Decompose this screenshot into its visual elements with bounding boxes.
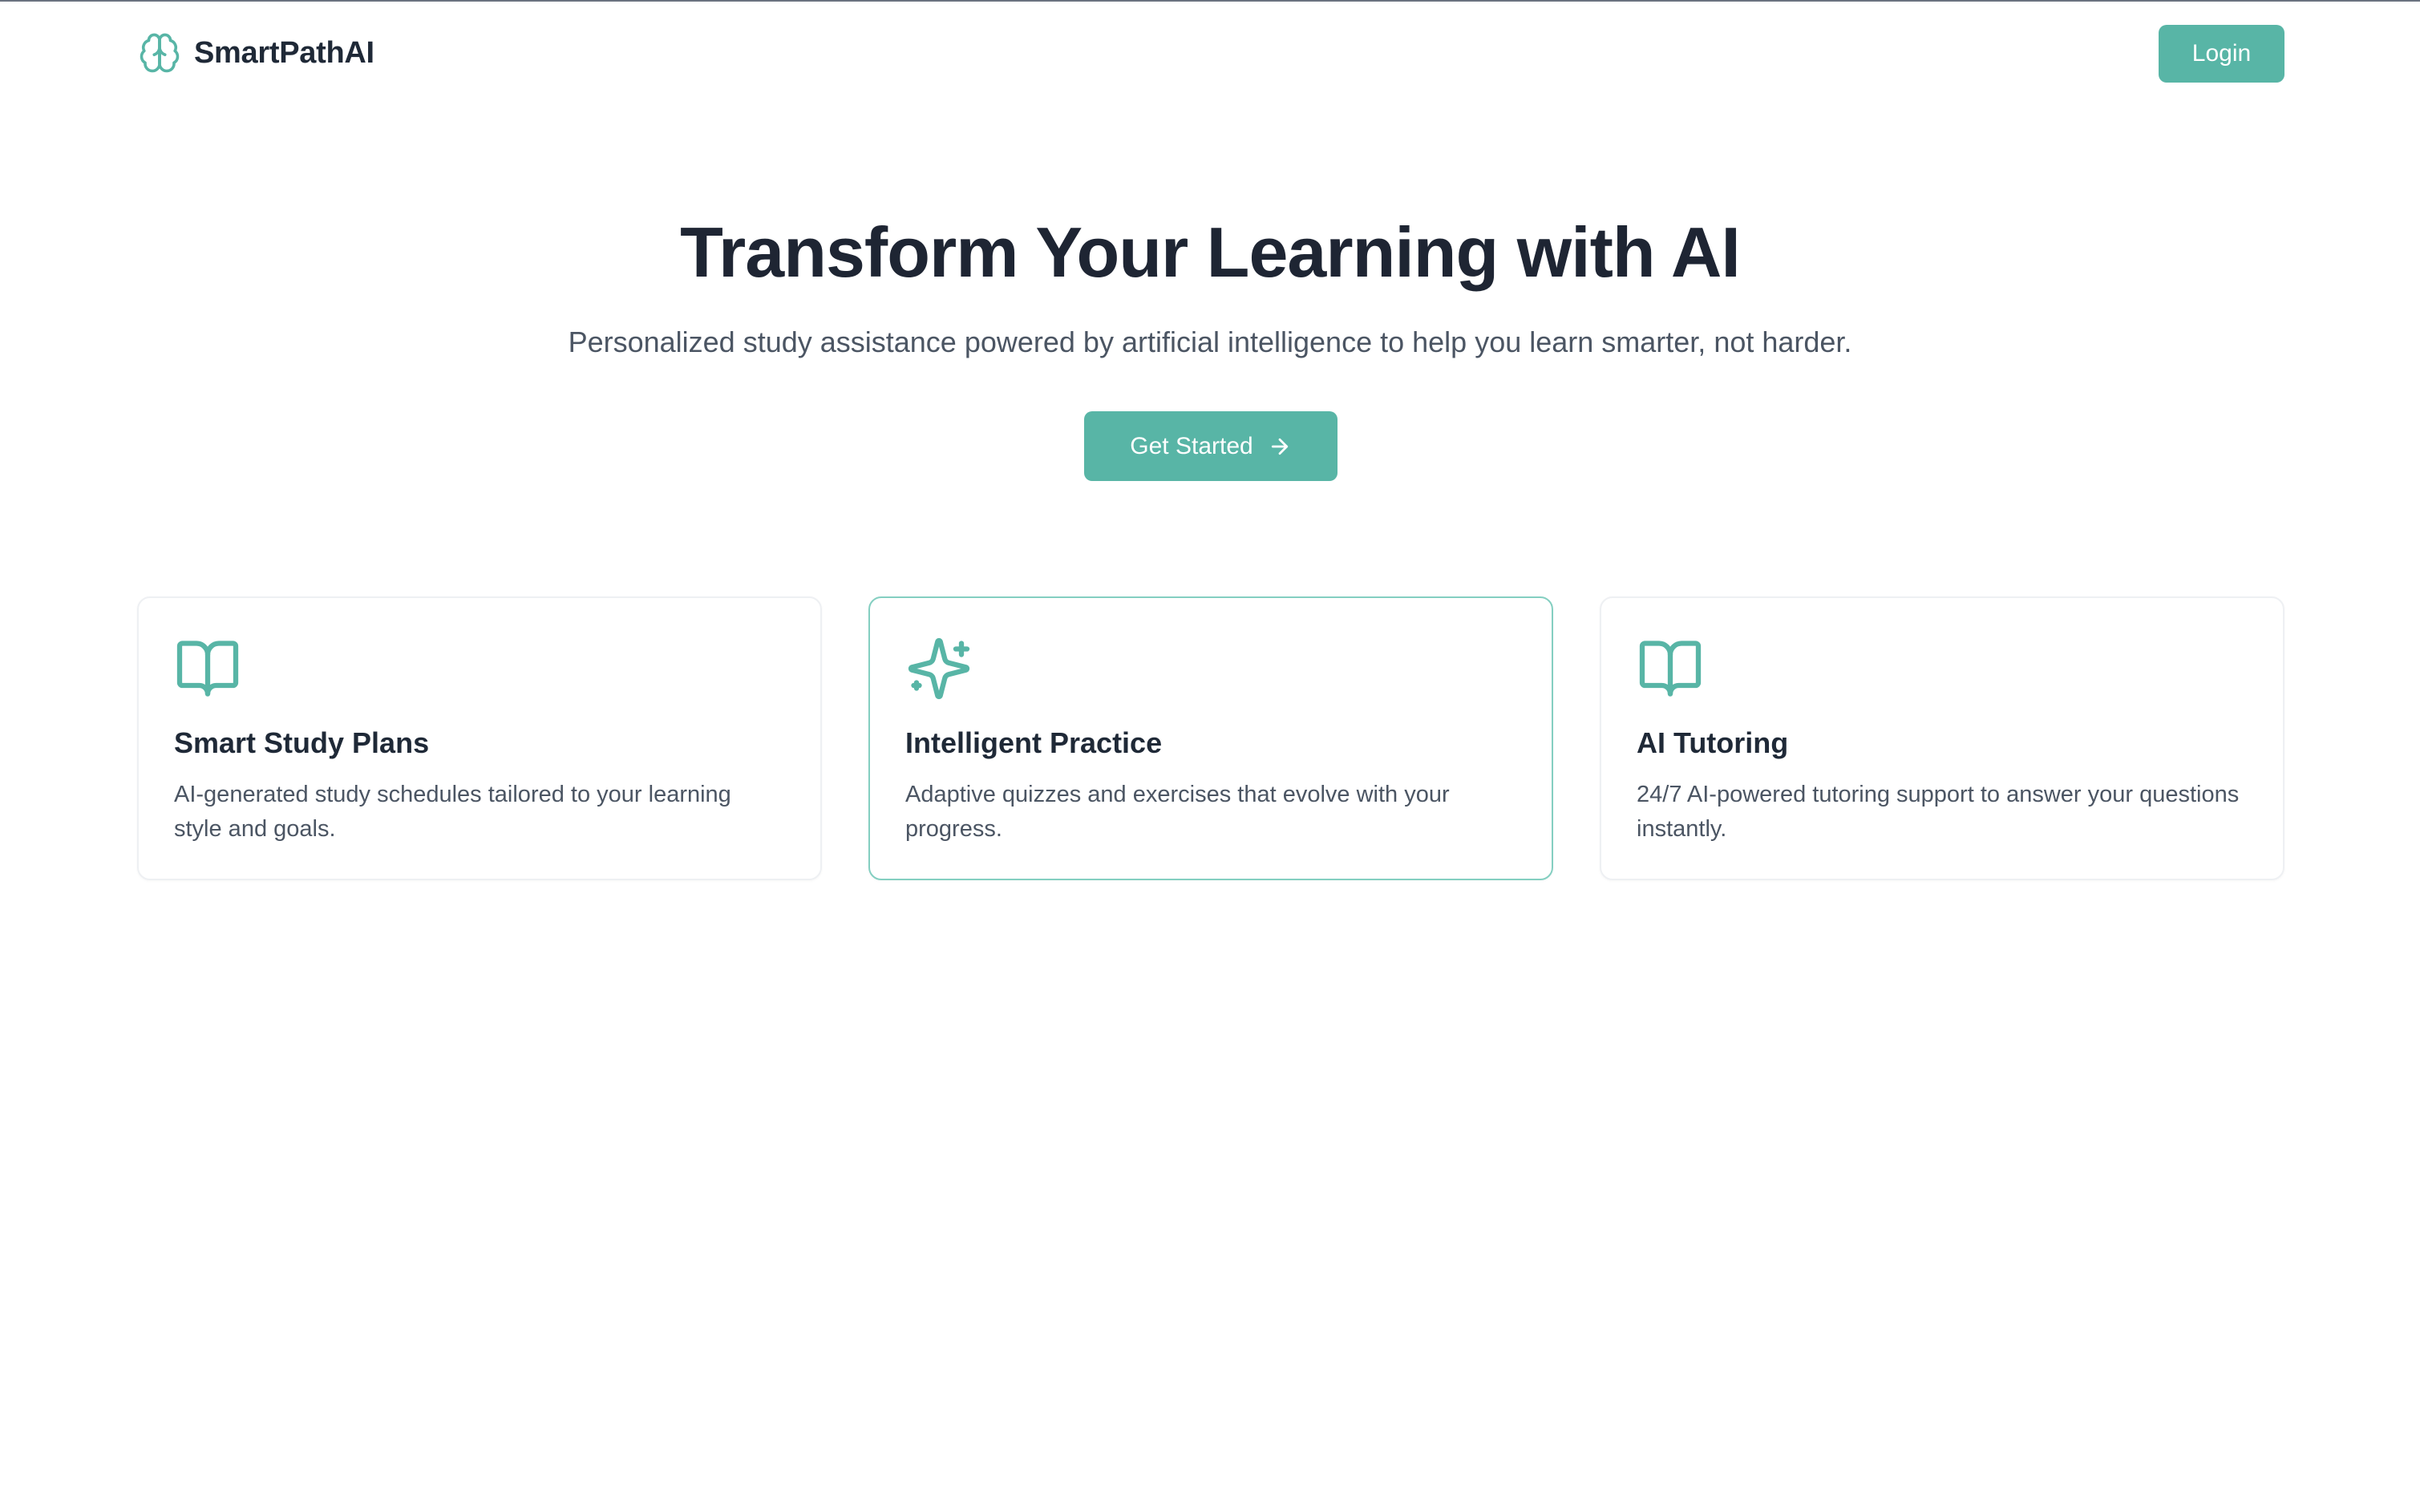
- feature-card-ai-tutoring[interactable]: AI Tutoring 24/7 AI-powered tutoring sup…: [1600, 596, 2284, 880]
- brand-logo[interactable]: SmartPathAI: [138, 30, 374, 75]
- brand-name: SmartPathAI: [194, 35, 374, 70]
- landing-page: SmartPathAI Login Transform Your Learnin…: [0, 0, 2420, 1512]
- feature-title: Smart Study Plans: [174, 726, 430, 759]
- feature-description: Adaptive quizzes and exercises that evol…: [905, 782, 1450, 842]
- brain-icon: [140, 33, 180, 73]
- login-button[interactable]: Login: [2159, 25, 2284, 83]
- book-open-icon: [1639, 641, 1702, 697]
- hero-title: Transform Your Learning with AI: [680, 212, 1741, 292]
- feature-title: Intelligent Practice: [905, 726, 1163, 759]
- get-started-button[interactable]: Get Started: [1084, 411, 1337, 481]
- book-open-icon: [176, 641, 239, 697]
- top-navbar: SmartPathAI Login: [0, 2, 2420, 106]
- hero-subtitle: Personalized study assistance powered by…: [568, 325, 1852, 358]
- get-started-label: Get Started: [1130, 432, 1253, 459]
- feature-description: AI-generated study schedules tailored to…: [174, 782, 731, 842]
- feature-description: 24/7 AI-powered tutoring support to answ…: [1637, 782, 2240, 842]
- feature-title: AI Tutoring: [1637, 726, 1789, 759]
- arrow-right-icon: [1271, 438, 1288, 455]
- sparkles-icon: [908, 637, 970, 700]
- feature-card-intelligent-practice[interactable]: Intelligent Practice Adaptive quizzes an…: [868, 596, 1553, 880]
- feature-card-smart-study-plans[interactable]: Smart Study Plans AI-generated study sch…: [137, 596, 822, 880]
